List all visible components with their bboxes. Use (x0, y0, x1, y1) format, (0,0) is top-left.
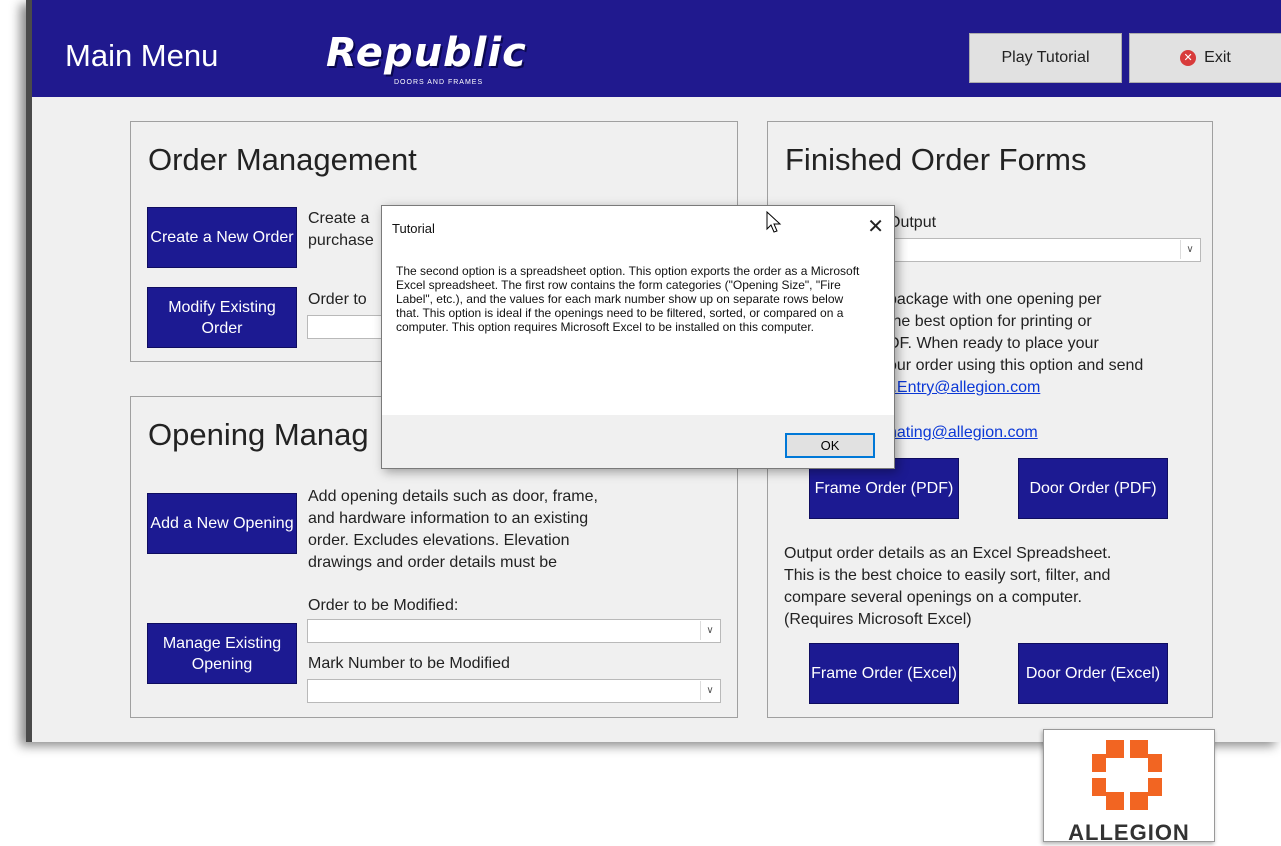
order-to-modify-label: Order to be Modified: (308, 597, 459, 614)
play-tutorial-button[interactable]: Play Tutorial (969, 33, 1122, 83)
header-bar: Main Menu Republic DOORS AND FRAMES Play… (32, 0, 1281, 97)
tutorial-dialog: Tutorial ✕ The second option is a spread… (381, 205, 895, 469)
dialog-footer: OK (382, 415, 894, 468)
page-title: Main Menu (65, 38, 219, 73)
dialog-title: Tutorial (392, 221, 435, 236)
chevron-down-icon[interactable]: ∨ (700, 621, 719, 640)
estimating-email-link[interactable]: nating@allegion.com (888, 422, 1038, 443)
exit-label: Exit (1204, 49, 1231, 66)
door-order-excel-button[interactable]: Door Order (Excel) (1018, 643, 1168, 704)
create-order-button[interactable]: Create a New Order (147, 207, 297, 268)
opening-management-title: Opening Manag (148, 417, 369, 452)
add-opening-desc-3: order. Excludes elevations. Elevation (308, 532, 570, 549)
add-opening-desc-4: drawings and order details must be (308, 554, 558, 571)
window-border (26, 0, 32, 742)
pdf-desc-2: the best option for printing or (888, 313, 1092, 330)
mark-number-combo[interactable]: ∨ (307, 679, 721, 703)
allegion-text: ALLEGION (1068, 820, 1190, 845)
mark-number-label: Mark Number to be Modified (308, 655, 510, 672)
play-tutorial-label: Play Tutorial (1001, 49, 1090, 66)
republic-logo: Republic (326, 30, 527, 76)
exit-button[interactable]: ✕ Exit (1129, 33, 1281, 83)
add-opening-desc-1: Add opening details such as door, frame, (308, 488, 598, 505)
create-order-desc-1: Create a (308, 210, 370, 227)
excel-desc-4: (Requires Microsoft Excel) (784, 611, 972, 628)
finished-orders-title: Finished Order Forms (785, 142, 1087, 177)
chevron-down-icon[interactable]: ∨ (1180, 240, 1199, 259)
pdf-desc-1: package with one opening per (888, 291, 1102, 308)
close-icon: ✕ (1180, 50, 1197, 66)
order-entry-email-link[interactable]: r.Entry@allegion.com (888, 377, 1040, 398)
frame-order-excel-button[interactable]: Frame Order (Excel) (809, 643, 959, 704)
mouse-cursor-icon (766, 211, 782, 233)
add-opening-desc-2: and hardware information to an existing (308, 510, 589, 527)
modify-order-button[interactable]: Modify Existing Order (147, 287, 297, 348)
allegion-logo: ALLEGION (1043, 729, 1215, 845)
door-order-pdf-button[interactable]: Door Order (PDF) (1018, 458, 1168, 519)
pdf-desc-4: our order using this option and send (888, 357, 1144, 374)
create-order-desc-2: purchase (308, 232, 374, 249)
excel-desc-3: compare several openings on a computer. (784, 589, 1082, 606)
dialog-body: The second option is a spreadsheet optio… (396, 264, 860, 334)
output-combo[interactable]: ∨ (888, 238, 1201, 262)
chevron-down-icon[interactable]: ∨ (700, 681, 719, 700)
add-opening-button[interactable]: Add a New Opening (147, 493, 297, 554)
close-icon[interactable]: ✕ (867, 214, 884, 239)
republic-logo-subtext: DOORS AND FRAMES (394, 79, 484, 86)
output-label: Output (888, 214, 937, 231)
excel-desc-2: This is the best choice to easily sort, … (784, 567, 1111, 584)
order-management-title: Order Management (148, 142, 417, 177)
ok-button[interactable]: OK (785, 433, 875, 458)
order-to-label: Order to (308, 291, 367, 308)
order-to-modify-combo[interactable]: ∨ (307, 619, 721, 643)
excel-desc-1: Output order details as an Excel Spreads… (784, 545, 1112, 562)
allegion-mark-icon (1092, 740, 1162, 810)
pdf-desc-3: DF. When ready to place your (888, 335, 1099, 352)
manage-opening-button[interactable]: Manage Existing Opening (147, 623, 297, 684)
